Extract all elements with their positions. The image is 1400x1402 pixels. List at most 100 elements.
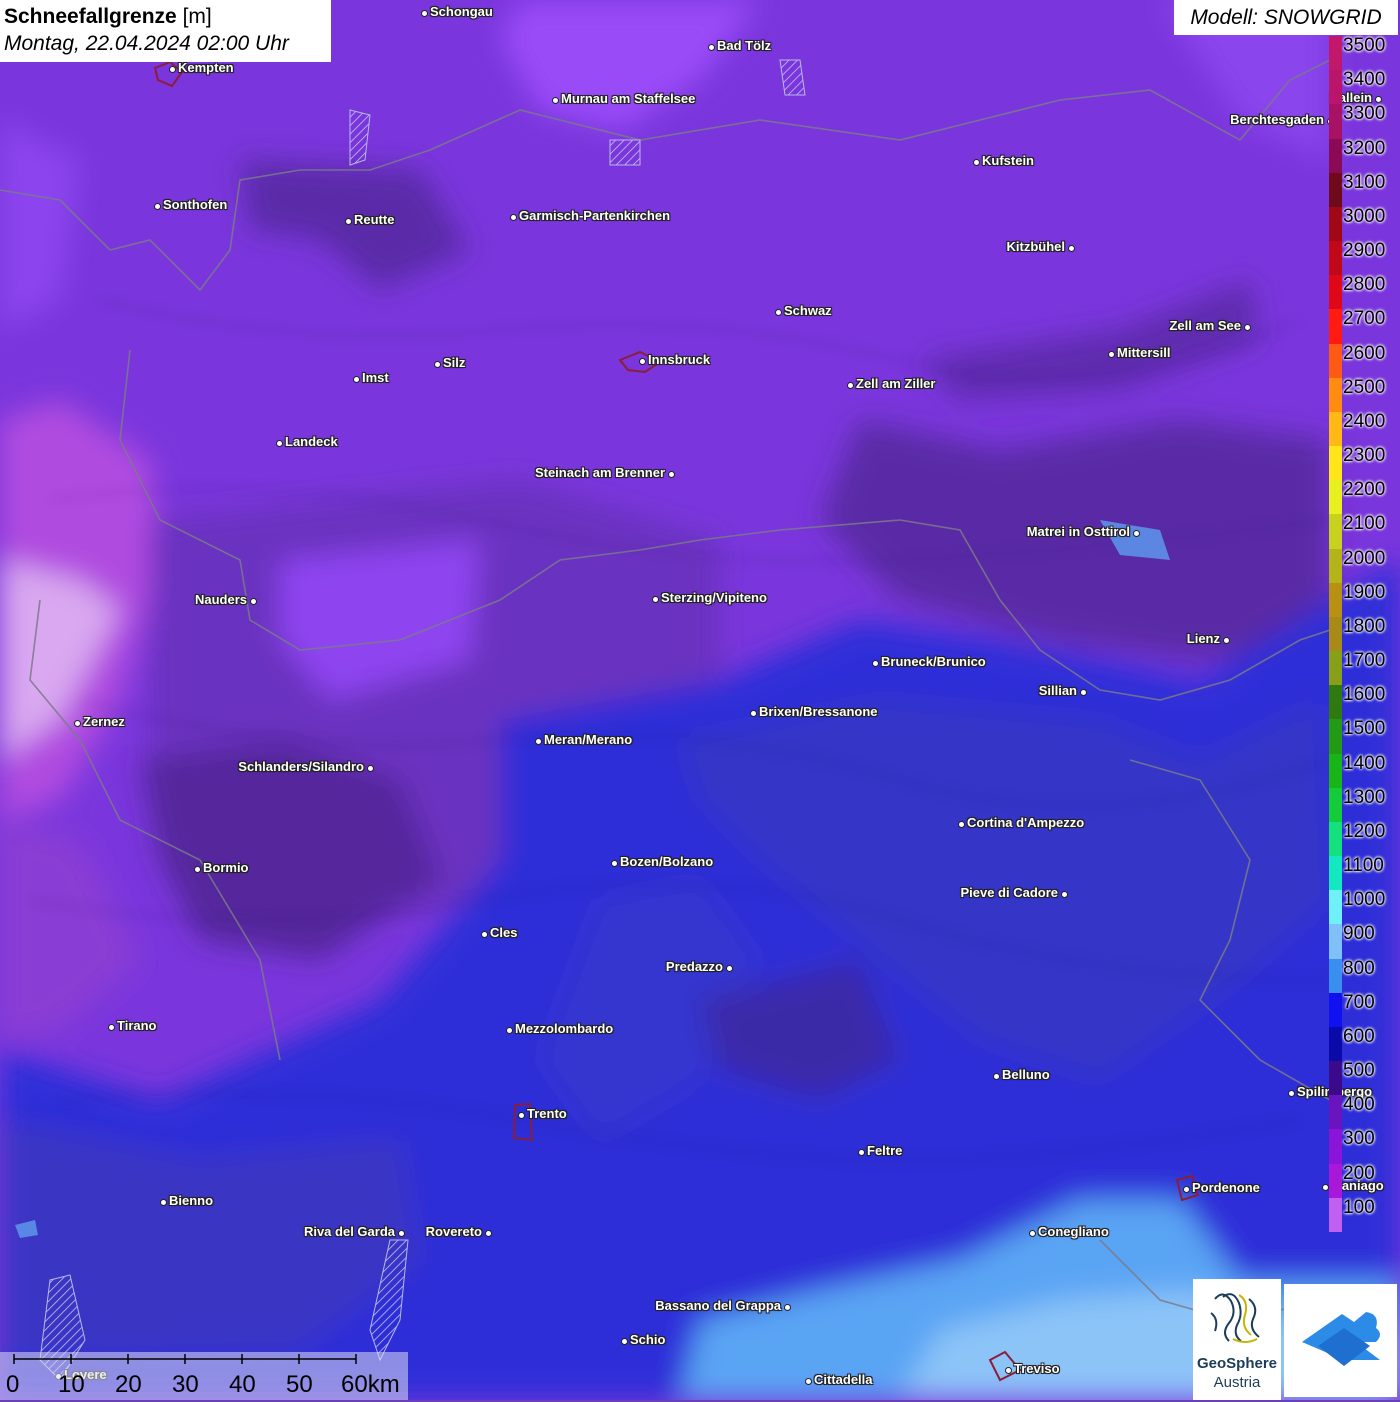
city-label: Treviso <box>1014 1361 1060 1376</box>
city-label: Meran/Merano <box>544 732 633 747</box>
city-label: Imst <box>362 370 389 385</box>
legend-swatch <box>1329 206 1342 242</box>
model-label: Modell: SNOWGRID <box>1174 0 1398 35</box>
legend-value: 500 <box>1343 1060 1375 1082</box>
city-marker <box>420 9 428 17</box>
legend-value: 2600 <box>1343 342 1386 364</box>
legend-value: 2800 <box>1343 274 1386 296</box>
city-marker <box>1243 323 1251 331</box>
city-label: Sterzing/Vipiteno <box>661 590 767 605</box>
city-label: Schongau <box>430 4 493 19</box>
city-marker <box>1067 244 1075 252</box>
geosphere-logo-text: GeoSphere <box>1196 1355 1278 1372</box>
legend-swatch <box>1329 343 1342 379</box>
geosphere-logo[interactable]: GeoSphere Austria <box>1193 1279 1281 1400</box>
legend-swatch <box>1329 651 1342 686</box>
city-marker <box>620 1337 628 1345</box>
city-label: Mittersill <box>1117 345 1171 360</box>
city-label: Trento <box>527 1106 567 1121</box>
city-marker <box>509 213 517 221</box>
arrow-app-icon <box>1302 1312 1380 1366</box>
city-label: Landeck <box>285 434 338 449</box>
legend-swatch <box>1329 138 1342 174</box>
legend-swatch <box>1329 480 1342 515</box>
legend-value: 3200 <box>1343 137 1386 159</box>
city-marker <box>638 357 646 365</box>
legend-value: 900 <box>1343 923 1375 945</box>
legend-value: 2100 <box>1343 513 1386 535</box>
legend-swatch <box>1329 514 1342 550</box>
city-marker <box>484 1229 492 1237</box>
city-marker <box>249 597 257 605</box>
city-label: Kufstein <box>982 153 1034 168</box>
weather-app-logo[interactable] <box>1284 1284 1397 1397</box>
city-marker <box>73 719 81 727</box>
legend-swatch <box>1329 719 1342 755</box>
city-label: Bozen/Bolzano <box>620 854 714 869</box>
legend-swatch <box>1329 582 1342 618</box>
city-marker <box>857 1148 865 1156</box>
city-label: Conegliano <box>1038 1224 1109 1239</box>
legend-value: 2000 <box>1343 547 1386 569</box>
city-marker <box>1079 688 1087 696</box>
city-label: Sonthofen <box>163 197 228 212</box>
city-label: Pordenone <box>1192 1180 1260 1195</box>
legend-swatch <box>1329 377 1342 413</box>
city-label: Nauders <box>194 592 247 607</box>
city-marker <box>275 439 283 447</box>
scale-label-40: 40 <box>229 1371 256 1398</box>
city-label: Bruneck/Brunico <box>881 654 986 669</box>
city-marker <box>1374 95 1382 103</box>
city-label: Steinach am Brenner <box>534 465 665 480</box>
legend-swatch <box>1329 924 1342 960</box>
legend-value: 3100 <box>1343 171 1386 193</box>
legend-swatch <box>1329 104 1342 139</box>
legend-value: 1800 <box>1343 615 1386 637</box>
city-marker <box>783 1303 791 1311</box>
map-title-box: Schneefallgrenze [m] Montag, 22.04.2024 … <box>0 0 331 62</box>
city-marker <box>804 1377 812 1385</box>
city-marker <box>846 381 854 389</box>
legend-value: 600 <box>1343 1025 1375 1047</box>
legend-value: 1300 <box>1343 786 1386 808</box>
city-label: Predazzo <box>665 959 723 974</box>
legend-swatch <box>1329 856 1342 891</box>
city-label: Rovereto <box>425 1224 482 1239</box>
legend-swatch <box>1329 1061 1342 1096</box>
city-label: Cortina d'Ampezzo <box>967 815 1085 830</box>
city-label: Reutte <box>354 212 395 227</box>
city-marker <box>107 1023 115 1031</box>
city-marker <box>667 470 675 478</box>
legend-swatch <box>1329 992 1342 1028</box>
legend-value: 1200 <box>1343 820 1386 842</box>
city-marker <box>707 43 715 51</box>
city-label: Cles <box>490 925 518 940</box>
legend-swatch <box>1329 1026 1342 1062</box>
city-label: Bassano del Grappa <box>655 1298 781 1313</box>
legend-value: 3300 <box>1343 103 1386 125</box>
city-label: Garmisch-Partenkirchen <box>519 208 671 223</box>
city-marker <box>352 375 360 383</box>
scale-label-10: 10 <box>58 1371 85 1398</box>
city-marker <box>1060 890 1068 898</box>
legend-swatch <box>1329 753 1342 789</box>
city-marker <box>651 595 659 603</box>
city-marker <box>344 217 352 225</box>
city-marker <box>1028 1229 1036 1237</box>
city-marker <box>153 202 161 210</box>
legend-swatch <box>1329 275 1342 310</box>
city-label: Zell am Ziller <box>856 376 936 391</box>
city-marker <box>433 360 441 368</box>
city-label: Zernez <box>83 714 125 729</box>
city-marker <box>505 1026 513 1034</box>
city-marker <box>366 764 374 772</box>
city-marker <box>1004 1366 1012 1374</box>
legend-value: 2900 <box>1343 240 1386 262</box>
city-label: Lienz <box>1186 631 1220 646</box>
legend-swatch <box>1329 446 1342 481</box>
legend-swatch <box>1329 685 1342 720</box>
geosphere-emblem-icon <box>1210 1293 1260 1343</box>
map-title: Schneefallgrenze [m] <box>4 5 212 28</box>
city-label: Tirano <box>117 1018 157 1033</box>
city-label: Riva del Garda <box>303 1224 395 1239</box>
